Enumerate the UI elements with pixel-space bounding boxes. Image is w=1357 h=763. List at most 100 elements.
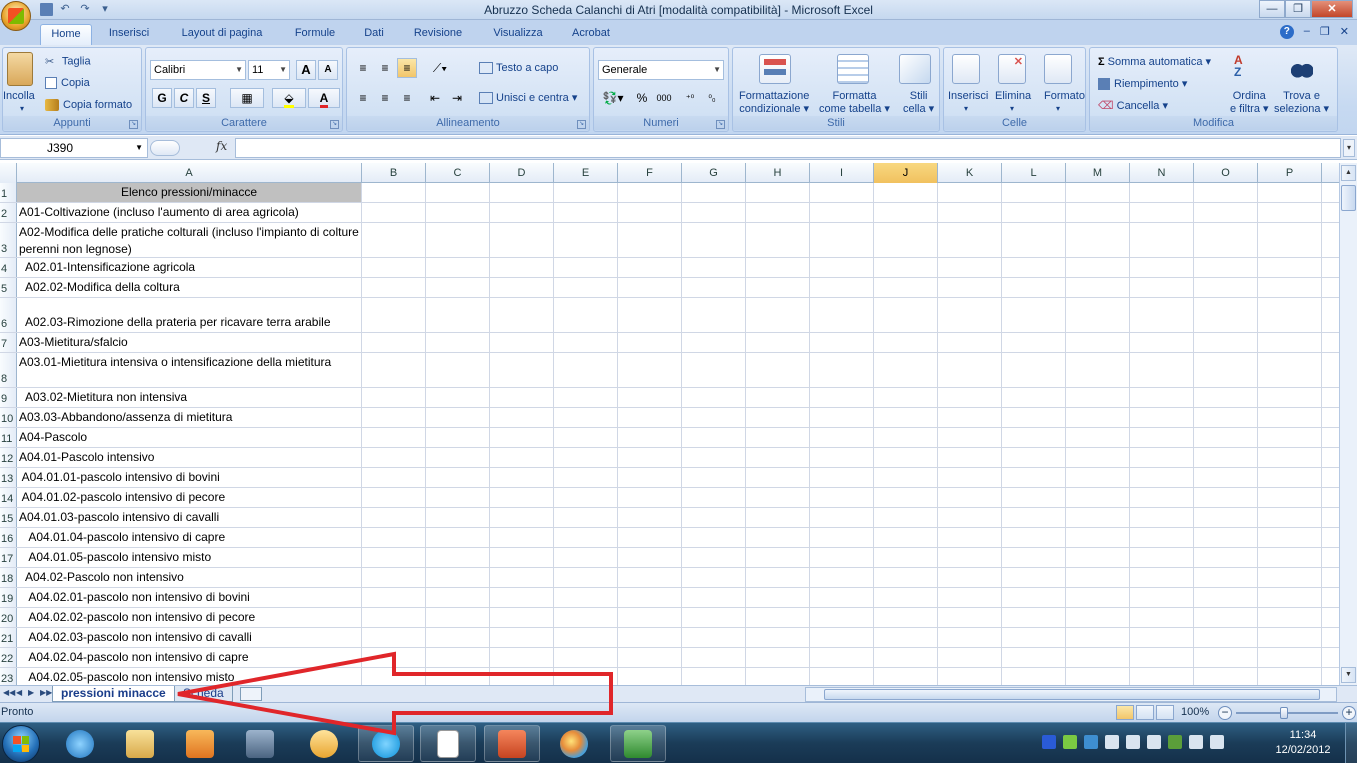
page-layout-view-icon[interactable] — [1136, 705, 1154, 720]
first-sheet-icon[interactable]: ◀◀ — [3, 688, 15, 697]
taskbar-excel[interactable] — [610, 725, 666, 762]
row-header[interactable]: 4 — [0, 258, 17, 277]
column-header-l[interactable]: L — [1002, 163, 1066, 183]
column-header-c[interactable]: C — [426, 163, 490, 183]
conditional-format-button[interactable]: Formattazione condizionale ▾ — [739, 90, 809, 116]
dialog-launcher-icon[interactable]: ↘ — [129, 120, 138, 129]
tab-inserisci[interactable]: Inserisci — [98, 24, 160, 45]
dialog-launcher-icon[interactable]: ↘ — [716, 120, 725, 129]
merge-center-button[interactable]: Unisci e centra ▾ — [479, 91, 577, 105]
tray-app-icon[interactable] — [1084, 735, 1098, 749]
zoom-in-icon[interactable]: + — [1342, 706, 1356, 720]
last-sheet-icon[interactable]: ▶▶ — [40, 688, 52, 697]
antivirus-icon[interactable] — [1042, 735, 1056, 749]
column-header-h[interactable]: H — [746, 163, 810, 183]
expand-formula-icon[interactable]: ▾ — [1343, 139, 1355, 157]
hscroll-thumb[interactable] — [824, 689, 1320, 700]
row-header[interactable]: 22 — [0, 648, 17, 667]
paste-icon[interactable] — [7, 52, 33, 86]
row-header[interactable]: 17 — [0, 548, 17, 567]
row-header[interactable]: 23 — [0, 668, 17, 685]
column-header-b[interactable]: B — [362, 163, 426, 183]
align-middle-icon[interactable]: ≡ — [375, 58, 395, 78]
increase-decimal-icon[interactable]: ⁺⁰ — [680, 88, 700, 108]
tab-formule[interactable]: Formule — [284, 24, 346, 45]
chevron-down-icon[interactable]: ▾ — [964, 104, 968, 113]
cell-a[interactable]: A03.02-Mietitura non intensiva — [17, 388, 362, 407]
help-icon[interactable]: ? — [1279, 25, 1294, 39]
column-header-j[interactable]: J — [874, 163, 938, 183]
tab-dati[interactable]: Dati — [354, 24, 394, 45]
taskbar-messenger[interactable] — [296, 725, 352, 762]
dialog-launcher-icon[interactable]: ↘ — [330, 120, 339, 129]
scroll-thumb[interactable] — [1341, 185, 1356, 211]
zoom-level[interactable]: 100% — [1181, 706, 1209, 718]
column-header-m[interactable]: M — [1066, 163, 1130, 183]
cell-a[interactable]: A04.01.05-pascolo intensivo misto — [17, 548, 362, 567]
paste-dropdown-icon[interactable]: ▾ — [20, 104, 24, 113]
cell-styles-icon[interactable] — [899, 54, 931, 84]
row-header[interactable]: 11 — [0, 428, 17, 447]
tab-acrobat[interactable]: Acrobat — [562, 24, 620, 45]
taskbar-ie[interactable] — [52, 725, 108, 762]
paste-button[interactable]: Incolla — [3, 90, 35, 102]
usb-icon[interactable] — [1189, 735, 1203, 749]
flag-icon[interactable] — [1105, 735, 1119, 749]
row-header[interactable]: 3 — [0, 223, 17, 257]
cell-a[interactable]: A04.02.05-pascolo non intensivo misto — [17, 668, 362, 685]
font-color-button[interactable]: A — [308, 88, 340, 108]
taskbar-skype[interactable] — [358, 725, 414, 762]
insert-cells-icon[interactable] — [952, 54, 980, 84]
sort-filter-button[interactable]: Ordina e filtra ▾ — [1230, 90, 1269, 116]
wrap-text-button[interactable]: Testo a capo — [479, 62, 558, 75]
number-format-select[interactable]: Generale ▼ — [598, 60, 724, 80]
sheet-tab-pressioni-minacce[interactable]: pressioni minacce — [52, 686, 175, 702]
taskbar-media-player[interactable] — [172, 725, 228, 762]
cell-a[interactable]: A03.01-Mietitura intensiva o intensifica… — [17, 353, 362, 387]
binoculars-icon[interactable] — [1288, 54, 1316, 84]
row-header[interactable]: 7 — [0, 333, 17, 352]
zoom-slider[interactable]: − + — [1218, 706, 1356, 720]
cell-a[interactable]: A03-Mietitura/sfalcio — [17, 333, 362, 352]
insert-cells-button[interactable]: Inserisci — [948, 90, 988, 102]
fill-button[interactable]: Riempimento ▾ — [1098, 77, 1187, 91]
cell-a[interactable]: A02.02-Modifica della coltura — [17, 278, 362, 297]
font-size-select[interactable]: 11 ▼ — [248, 60, 290, 80]
column-header-i[interactable]: I — [810, 163, 874, 183]
row-header[interactable]: 2 — [0, 203, 17, 222]
row-header[interactable]: 19 — [0, 588, 17, 607]
row-header[interactable]: 10 — [0, 408, 17, 427]
scroll-up-icon[interactable]: ▲ — [1341, 165, 1356, 181]
scroll-down-icon[interactable]: ▼ — [1341, 667, 1356, 683]
next-sheet-icon[interactable]: ▶ — [28, 688, 34, 697]
clock[interactable]: 11:34 12/02/2012 — [1268, 728, 1338, 758]
cell-a[interactable]: A01-Coltivazione (incluso l'aumento di a… — [17, 203, 362, 222]
zoom-knob[interactable] — [1280, 707, 1288, 719]
select-all-corner[interactable] — [0, 163, 17, 183]
align-bottom-icon[interactable]: ≡ — [397, 58, 417, 78]
insert-sheet-icon[interactable] — [240, 687, 262, 701]
name-box[interactable]: J390 ▼ — [0, 138, 148, 158]
horizontal-scrollbar[interactable] — [805, 687, 1337, 702]
column-header-g[interactable]: G — [682, 163, 746, 183]
cut-button[interactable]: ✂ Taglia — [45, 55, 91, 68]
chevron-down-icon[interactable]: ▾ — [1010, 104, 1014, 113]
column-header-a[interactable]: A — [17, 163, 362, 183]
restore-button[interactable]: ❐ — [1285, 0, 1311, 18]
cell-a[interactable]: A04.01.02-pascolo intensivo di pecore — [17, 488, 362, 507]
taskbar-powerpoint[interactable] — [484, 725, 540, 762]
tray-app-icon[interactable] — [1063, 735, 1077, 749]
align-left-icon[interactable]: ≡ — [353, 88, 373, 108]
taskbar-app-2[interactable] — [232, 725, 288, 762]
row-header[interactable]: 18 — [0, 568, 17, 587]
sheet-tab-scheda[interactable]: Scheda — [174, 686, 233, 702]
cell-a[interactable]: A02.03-Rimozione della prateria per rica… — [17, 298, 362, 332]
column-header-e[interactable]: E — [554, 163, 618, 183]
show-desktop-button[interactable] — [1345, 723, 1357, 763]
row-header[interactable]: 16 — [0, 528, 17, 547]
copy-button[interactable]: Copia — [45, 77, 90, 90]
decrease-decimal-icon[interactable]: ⁰₀ — [702, 88, 722, 108]
tray-app-icon[interactable] — [1126, 735, 1140, 749]
normal-view-icon[interactable] — [1116, 705, 1134, 720]
minimize-button[interactable]: — — [1259, 0, 1285, 18]
